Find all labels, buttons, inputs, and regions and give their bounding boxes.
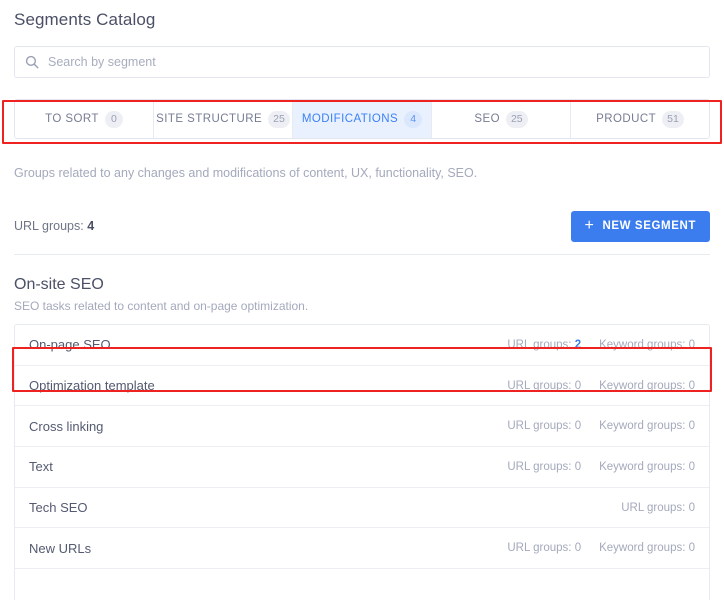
- row-keyword-groups: Keyword groups: 0: [599, 379, 695, 392]
- list-row-new-urls[interactable]: New URLs URL groups: 0 Keyword groups: 0: [15, 528, 709, 570]
- tab-label: SITE STRUCTURE: [156, 113, 263, 125]
- tab-product[interactable]: PRODUCT 51: [571, 100, 709, 138]
- summary-toolbar: URL groups: 4 + NEW SEGMENT: [14, 209, 710, 243]
- url-groups-value: 4: [87, 219, 95, 233]
- row-name: Cross linking: [29, 418, 104, 434]
- tabs-container: TO SORT 0 SITE STRUCTURE 25 MODIFICATION…: [14, 99, 710, 139]
- list-row-partial[interactable]: [15, 569, 709, 600]
- row-name: Optimization template: [29, 378, 155, 394]
- row-name: Tech SEO: [29, 500, 88, 516]
- tab-label: MODIFICATIONS: [301, 113, 399, 125]
- row-url-groups: URL groups: 0: [621, 502, 695, 514]
- row-url-groups-label: URL groups:: [507, 460, 572, 473]
- row-url-groups-value: 0: [574, 460, 582, 473]
- row-url-groups-value: 0: [688, 501, 695, 514]
- row-meta: URL groups: 2 Keyword groups: 0: [507, 339, 695, 351]
- row-url-groups: URL groups: 0: [507, 420, 581, 432]
- page-title: Segments Catalog: [14, 10, 156, 29]
- search-icon: [25, 55, 39, 69]
- tab-seo[interactable]: SEO 25: [432, 100, 571, 138]
- group-header: On-site SEO SEO tasks related to content…: [14, 274, 710, 314]
- row-url-groups: URL groups: 0: [507, 461, 581, 473]
- tab-count-badge: 4: [404, 110, 423, 128]
- row-url-groups-value: 0: [574, 379, 582, 392]
- row-meta: URL groups: 0: [621, 502, 695, 514]
- tab-description: Groups related to any changes and modifi…: [14, 166, 478, 180]
- tabs-row: TO SORT 0 SITE STRUCTURE 25 MODIFICATION…: [14, 99, 710, 139]
- row-url-groups: URL groups: 0: [507, 380, 581, 392]
- row-url-groups: URL groups: 2: [507, 339, 581, 351]
- tab-label: TO SORT: [45, 113, 99, 125]
- row-url-groups-label: URL groups:: [507, 542, 572, 555]
- list-row-cross-linking[interactable]: Cross linking URL groups: 0 Keyword grou…: [15, 406, 709, 448]
- row-url-groups-value: 0: [574, 542, 582, 555]
- tab-count-badge: 0: [104, 110, 123, 128]
- tab-label: PRODUCT: [596, 113, 657, 125]
- row-name: Text: [29, 459, 53, 475]
- new-segment-label: NEW SEGMENT: [602, 220, 696, 232]
- list-row-optimization-template[interactable]: Optimization template URL groups: 0 Keyw…: [15, 365, 709, 407]
- row-url-groups-label: URL groups:: [507, 379, 572, 392]
- tab-modifications[interactable]: MODIFICATIONS 4: [293, 100, 432, 138]
- row-url-groups-label: URL groups:: [507, 420, 572, 433]
- row-keyword-groups: Keyword groups: 0: [599, 460, 695, 473]
- tab-to-sort[interactable]: TO SORT 0: [15, 100, 154, 138]
- group-description: SEO tasks related to content and on-page…: [14, 299, 309, 313]
- row-url-groups-value: 0: [574, 420, 582, 433]
- tab-count-badge: 25: [505, 110, 528, 128]
- row-meta: URL groups: 0 Keyword groups: 0: [507, 542, 695, 554]
- row-url-groups-label: URL groups:: [507, 338, 572, 351]
- new-segment-button[interactable]: + NEW SEGMENT: [570, 210, 710, 242]
- row-url-groups-label: URL groups:: [621, 501, 686, 514]
- row-url-groups-value: 2: [574, 338, 582, 351]
- row-meta: URL groups: 0 Keyword groups: 0: [507, 380, 695, 392]
- tab-site-structure[interactable]: SITE STRUCTURE 25: [154, 100, 293, 138]
- row-meta: URL groups: 0 Keyword groups: 0: [507, 461, 695, 473]
- segments-list: On-page SEO URL groups: 2 Keyword groups…: [14, 324, 710, 600]
- tab-count-badge: 51: [662, 110, 684, 128]
- list-row-on-page-seo[interactable]: On-page SEO URL groups: 2 Keyword groups…: [15, 325, 709, 366]
- url-groups-label: URL groups:: [14, 219, 84, 233]
- list-row-text[interactable]: Text URL groups: 0 Keyword groups: 0: [15, 447, 709, 488]
- tab-count-badge: 25: [268, 110, 290, 128]
- divider: [14, 254, 710, 255]
- tab-label: SEO: [474, 113, 500, 125]
- list-row-tech-seo[interactable]: Tech SEO URL groups: 0: [15, 487, 709, 529]
- row-name: New URLs: [29, 540, 92, 556]
- row-keyword-groups: Keyword groups: 0: [599, 420, 695, 433]
- group-title: On-site SEO: [14, 276, 104, 293]
- search-bar[interactable]: [14, 46, 710, 78]
- row-name: On-page SEO: [29, 337, 111, 353]
- row-meta: URL groups: 0 Keyword groups: 0: [507, 420, 695, 432]
- plus-icon: +: [584, 216, 595, 234]
- row-keyword-groups: Keyword groups: 0: [599, 338, 695, 351]
- row-url-groups: URL groups: 0: [507, 542, 581, 554]
- segments-catalog-page: Segments Catalog TO SORT 0 SITE STRUCTUR…: [0, 0, 724, 600]
- search-input[interactable]: [48, 47, 699, 77]
- url-groups-summary: URL groups: 4: [14, 219, 94, 233]
- row-keyword-groups: Keyword groups: 0: [599, 542, 695, 555]
